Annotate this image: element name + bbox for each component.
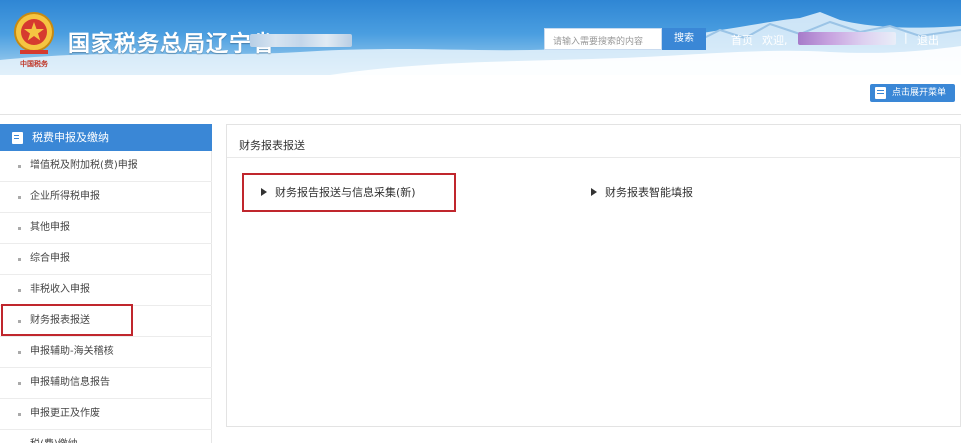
bullet-icon xyxy=(18,289,21,292)
sidebar-item-label: 企业所得税申报 xyxy=(30,191,100,202)
sidebar-item-label: 申报更正及作废 xyxy=(30,408,100,419)
play-triangle-icon xyxy=(591,188,597,196)
bullet-icon xyxy=(18,351,21,354)
sidebar: 税费申报及缴纳 增值税及附加税(费)申报 企业所得税申报 其他申报 综合申报 非… xyxy=(0,124,212,443)
sidebar-item-label: 申报辅助信息报告 xyxy=(30,377,110,388)
search-button[interactable]: 搜索 xyxy=(662,28,706,50)
panel-divider xyxy=(227,157,961,158)
sidebar-item-customs-audit[interactable]: 申报辅助-海关稽核 xyxy=(0,337,212,368)
bullet-icon xyxy=(18,196,21,199)
welcome-text: 欢迎, xyxy=(762,34,788,47)
tax-filing-icon xyxy=(12,132,23,144)
redacted-username xyxy=(798,32,896,45)
sidebar-item-comprehensive[interactable]: 综合申报 xyxy=(0,244,212,275)
menu-doc-icon xyxy=(875,87,886,99)
site-title: 国家税务总局辽宁省 xyxy=(68,32,276,57)
page-title: 财务报表报送 xyxy=(239,139,305,152)
search-input[interactable]: 请输入需要搜索的内容 xyxy=(544,28,662,50)
sidebar-item-label: 税(费)缴纳 xyxy=(30,430,78,443)
sidebar-item-auxiliary-info-report[interactable]: 申报辅助信息报告 xyxy=(0,368,212,399)
sidebar-item-label: 增值税及附加税(费)申报 xyxy=(30,160,138,171)
expand-menu-label: 点击展开菜单 xyxy=(892,88,947,98)
sidebar-item-label: 申报辅助-海关稽核 xyxy=(30,346,114,357)
link-label: 财务报表智能填报 xyxy=(605,186,693,199)
tax-emblem-icon xyxy=(14,12,54,54)
sidebar-item-correction-void[interactable]: 申报更正及作废 xyxy=(0,399,212,430)
content-highlight-box xyxy=(242,173,456,212)
emblem-caption: 中国税务 xyxy=(20,60,48,68)
sidebar-highlight-box xyxy=(1,304,133,336)
sidebar-item-label: 综合申报 xyxy=(30,253,70,264)
nav-separator: | xyxy=(904,31,908,44)
bullet-icon xyxy=(18,413,21,416)
sidebar-header[interactable]: 税费申报及缴纳 xyxy=(0,124,212,151)
sidebar-item-non-tax-revenue[interactable]: 非税收入申报 xyxy=(0,275,212,306)
content-panel: 财务报表报送 财务报告报送与信息采集(新) 财务报表智能填报 xyxy=(226,124,961,427)
sidebar-item-other[interactable]: 其他申报 xyxy=(0,213,212,244)
logout-link[interactable]: 退出 xyxy=(917,32,939,48)
bullet-icon xyxy=(18,382,21,385)
redacted-region-name xyxy=(250,34,352,47)
sidebar-item-vat[interactable]: 增值税及附加税(费)申报 xyxy=(0,151,212,182)
link-smart-statement-filing[interactable]: 财务报表智能填报 xyxy=(591,184,693,200)
sidebar-item-label: 其他申报 xyxy=(30,222,70,233)
expand-menu-button[interactable]: 点击展开菜单 xyxy=(870,84,955,102)
home-link[interactable]: 首页 xyxy=(731,32,753,48)
sidebar-item-tax-payment[interactable]: 税(费)缴纳 xyxy=(0,430,212,443)
sidebar-item-corporate-income-tax[interactable]: 企业所得税申报 xyxy=(0,182,212,213)
site-header: 中国税务 国家税务总局辽宁省 请输入需要搜索的内容 搜索 首页 欢迎, | 退出 xyxy=(0,0,961,75)
sidebar-item-label: 非税收入申报 xyxy=(30,284,90,295)
sidebar-header-label: 税费申报及缴纳 xyxy=(32,131,109,144)
bullet-icon xyxy=(18,227,21,230)
header-divider xyxy=(0,114,961,115)
bullet-icon xyxy=(18,258,21,261)
bullet-icon xyxy=(18,165,21,168)
